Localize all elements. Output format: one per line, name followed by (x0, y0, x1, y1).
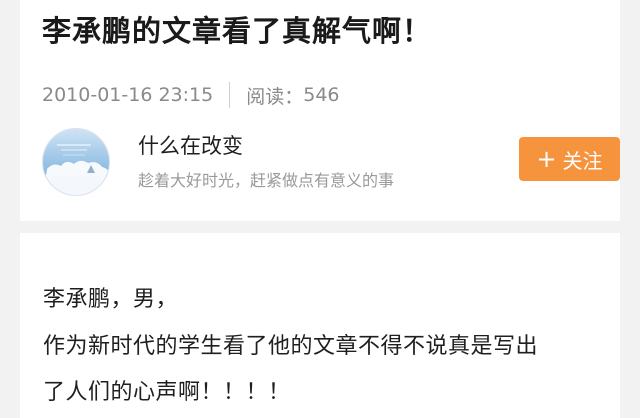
view-count-value: 546 (303, 84, 340, 106)
article-title: 李承鹏的文章看了真解气啊！ (42, 14, 433, 48)
publish-date: 2010-01-16 23:15 (42, 84, 214, 106)
follow-button-label: 关注 (562, 148, 603, 173)
article-header-card: 李承鹏的文章看了真解气啊！ 2010-01-16 23:15 阅读： 546 什… (20, 0, 620, 221)
content-line: 李承鹏，男， (43, 287, 179, 312)
content-line: 作为新时代的学生看了他的文章不得不说真是写出 (43, 334, 539, 359)
author-avatar[interactable] (42, 128, 110, 196)
article-meta: 2010-01-16 23:15 阅读： 546 (42, 82, 340, 108)
sky-cloud-avatar-icon (43, 129, 109, 195)
author-name[interactable]: 什么在改变 (138, 130, 243, 160)
content-line: 了人们的心声啊！！！！ (43, 380, 291, 405)
meta-divider (229, 82, 231, 108)
follow-button[interactable]: + 关注 (519, 137, 620, 181)
view-count: 阅读： 546 (246, 82, 339, 109)
author-bio: 趁着大好时光，赶紧做点有意义的事 (138, 171, 395, 190)
plus-icon: + (536, 145, 557, 173)
view-count-label: 阅读： (246, 85, 304, 108)
article-content-card: 李承鹏，男， 作为新时代的学生看了他的文章不得不说真是写出 了人们的心声啊！！！… (20, 233, 620, 418)
